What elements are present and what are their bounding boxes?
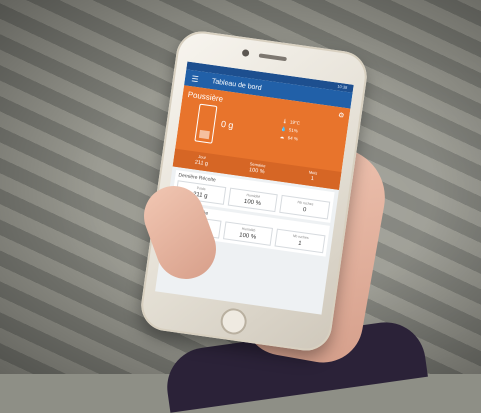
current-weight: 0 g <box>220 118 235 131</box>
sensor-list: 🌡 19°C 💧 51% ☁ 64 % <box>279 117 300 143</box>
gear-icon[interactable]: ⚙ <box>338 111 345 120</box>
hive-name: Poussière <box>187 89 224 104</box>
hamburger-menu-icon[interactable]: ☰ <box>187 73 202 84</box>
status-time: 10:38 <box>337 83 348 90</box>
scale-icon <box>194 103 218 144</box>
weather-row: ☁ 64 % <box>279 134 299 142</box>
